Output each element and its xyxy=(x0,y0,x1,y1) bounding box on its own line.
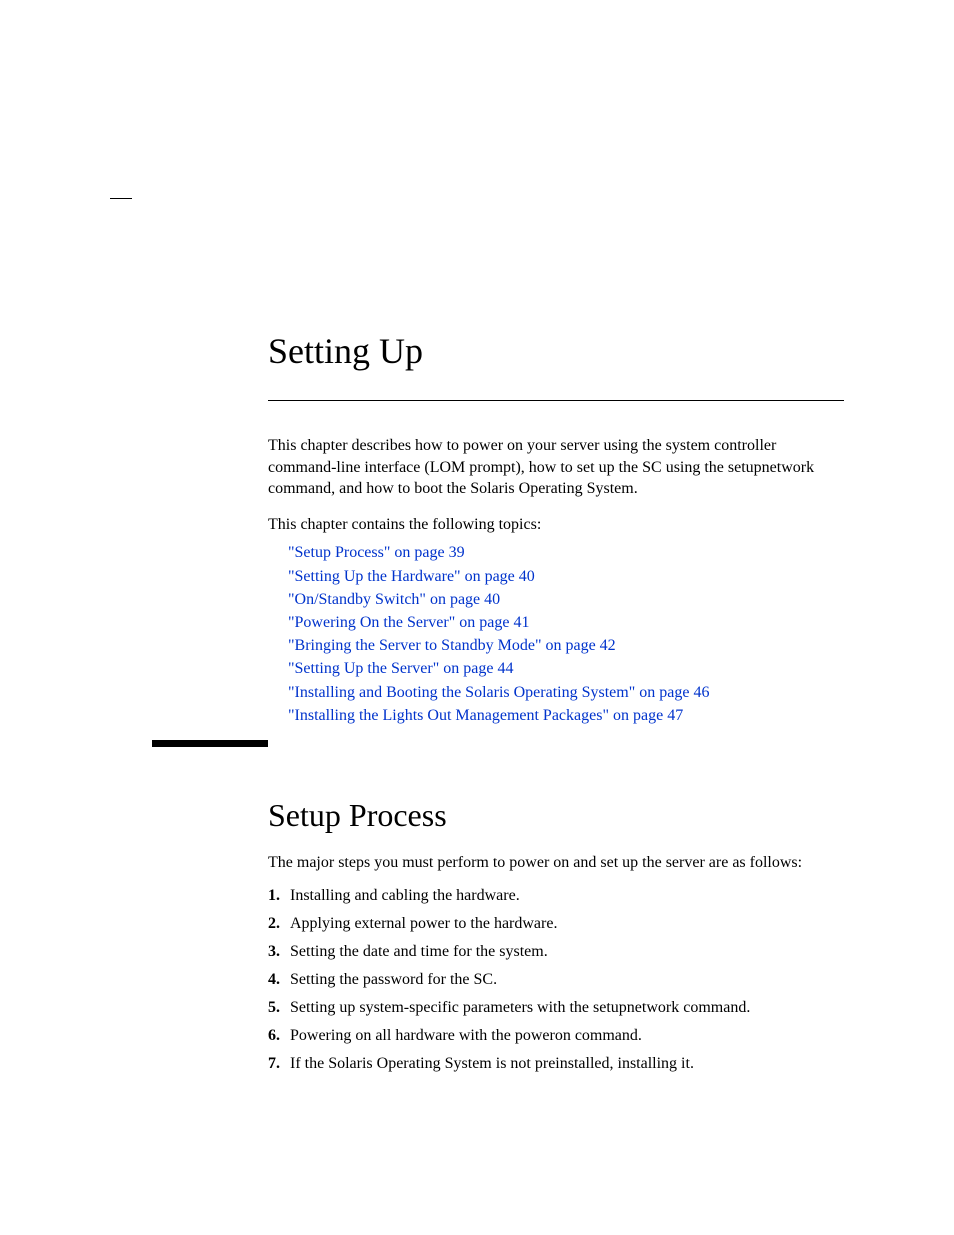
toc-link-setup-process[interactable]: "Setup Process" on page 39 xyxy=(288,541,844,564)
step-number: 4. xyxy=(268,971,290,989)
toc-link-setting-up-server[interactable]: "Setting Up the Server" on page 44 xyxy=(288,657,844,680)
list-item: 4. Setting the password for the SC. xyxy=(268,971,844,989)
toc-link-lom-packages[interactable]: "Installing the Lights Out Management Pa… xyxy=(288,704,844,727)
toc-link-on-standby-switch[interactable]: "On/Standby Switch" on page 40 xyxy=(288,588,844,611)
list-item: 3. Setting the date and time for the sys… xyxy=(268,943,844,961)
chapter-number-divider xyxy=(110,198,132,199)
toc-link-installing-solaris[interactable]: "Installing and Booting the Solaris Oper… xyxy=(288,681,844,704)
step-number: 5. xyxy=(268,999,290,1017)
section-marker xyxy=(152,740,268,747)
step-text: Installing and cabling the hardware. xyxy=(290,887,844,905)
step-text: Powering on all hardware with the powero… xyxy=(290,1027,844,1045)
list-item: 7. If the Solaris Operating System is no… xyxy=(268,1055,844,1073)
list-item: 1. Installing and cabling the hardware. xyxy=(268,887,844,905)
chapter-title: Setting Up xyxy=(268,330,844,372)
list-item: 2. Applying external power to the hardwa… xyxy=(268,915,844,933)
step-text: Setting the password for the SC. xyxy=(290,971,844,989)
step-text: Setting the date and time for the system… xyxy=(290,943,844,961)
title-divider xyxy=(268,400,844,401)
step-number: 1. xyxy=(268,887,290,905)
step-text: Setting up system-specific parameters wi… xyxy=(290,999,844,1017)
toc-link-setting-up-hardware[interactable]: "Setting Up the Hardware" on page 40 xyxy=(288,565,844,588)
numbered-list: 1. Installing and cabling the hardware. … xyxy=(268,887,844,1073)
toc-list: "Setup Process" on page 39 "Setting Up t… xyxy=(288,541,844,727)
list-item: 6. Powering on all hardware with the pow… xyxy=(268,1027,844,1045)
section-heading-setup-process: Setup Process xyxy=(268,797,844,834)
toc-link-standby-mode[interactable]: "Bringing the Server to Standby Mode" on… xyxy=(288,634,844,657)
step-number: 2. xyxy=(268,915,290,933)
intro-paragraph: This chapter describes how to power on y… xyxy=(268,435,844,500)
step-number: 7. xyxy=(268,1055,290,1073)
list-item: 5. Setting up system-specific parameters… xyxy=(268,999,844,1017)
section-intro: The major steps you must perform to powe… xyxy=(268,852,844,874)
step-text: If the Solaris Operating System is not p… xyxy=(290,1055,844,1073)
step-number: 3. xyxy=(268,943,290,961)
toc-link-powering-on-server[interactable]: "Powering On the Server" on page 41 xyxy=(288,611,844,634)
topics-lead: This chapter contains the following topi… xyxy=(268,514,844,536)
step-text: Applying external power to the hardware. xyxy=(290,915,844,933)
step-number: 6. xyxy=(268,1027,290,1045)
